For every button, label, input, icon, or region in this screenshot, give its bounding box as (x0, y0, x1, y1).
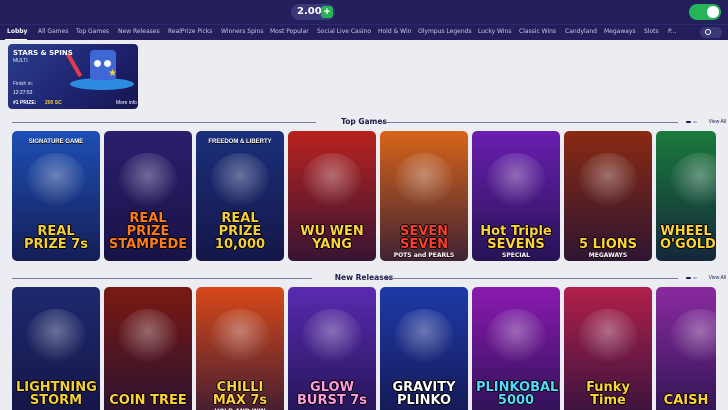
game-artwork (118, 153, 178, 209)
carousel-dot[interactable] (686, 277, 691, 279)
game-artwork (670, 153, 716, 209)
divider (382, 122, 678, 123)
currency-toggle[interactable] (689, 4, 721, 20)
game-artwork (210, 153, 270, 209)
game-title: REAL PRIZE 7s (24, 224, 88, 252)
game-tile[interactable]: COIN TREE (104, 287, 192, 410)
game-title: PLINKOBALL 5000 (476, 380, 560, 408)
game-title: LIGHTNING STORM (16, 380, 97, 408)
tournament-promo-card[interactable]: ★ STARS & SPINS MULTI Finish in: 12:27:5… (8, 44, 138, 109)
game-tile[interactable]: SEVEN SEVEN POTS and PEARLS (380, 131, 468, 261)
game-badge: SIGNATURE GAME (28, 139, 84, 145)
search-icon (705, 29, 711, 35)
game-title: REAL PRIZE 10,000 (214, 211, 266, 252)
game-tile[interactable]: CAISH (656, 287, 716, 410)
toggle-knob (707, 6, 719, 18)
promo-prize-value: 200 SC (45, 100, 62, 106)
robot-eye (94, 60, 101, 67)
nav-item-all-games[interactable]: All Games (38, 28, 68, 35)
game-title: 5 LIONS (579, 237, 637, 252)
game-tile[interactable]: WHEEL O'GOLD (656, 131, 716, 261)
game-tile[interactable]: REAL PRIZE STAMPEDE (104, 131, 192, 261)
game-title: REAL PRIZE STAMPEDE (108, 211, 188, 252)
robot-eye (104, 60, 111, 67)
category-nav: Lobby All Games Top Games New Releases RealP… (0, 24, 728, 40)
nav-item-top-games[interactable]: Top Games (76, 28, 109, 35)
nav-item-social-live-casino[interactable]: Social Live Casino (317, 28, 371, 35)
plus-icon[interactable]: + (321, 6, 333, 18)
game-artwork (118, 309, 178, 365)
nav-item-olympus-legends[interactable]: Olympus Legends (418, 28, 472, 35)
nav-item-most-popular[interactable]: Most Popular (270, 28, 309, 35)
nav-item-winners-spins[interactable]: Winners Spins (221, 28, 263, 35)
nav-item-new-releases[interactable]: New Releases (118, 28, 160, 35)
nav-item-lucky-wins[interactable]: Lucky Wins (478, 28, 511, 35)
game-tile[interactable]: GLOW BURST 7s (288, 287, 376, 410)
game-title: GRAVITY PLINKO (392, 380, 456, 408)
game-artwork (670, 309, 716, 365)
game-title: WU WEN YANG (300, 224, 364, 252)
top-bar: 2.00 + (0, 0, 728, 24)
balance-amount: 2.00 (297, 6, 322, 17)
nav-item-classic-wins[interactable]: Classic Wins (519, 28, 556, 35)
game-artwork (578, 153, 638, 209)
game-artwork (210, 309, 270, 365)
game-title: COIN TREE (109, 393, 187, 408)
nav-item-megaways[interactable]: Megaways (604, 28, 636, 35)
game-subtitle: POTS and PEARLS (393, 252, 455, 259)
game-tile[interactable]: Hot Triple SEVENS SPECIAL (472, 131, 560, 261)
nav-item-realprize-picks[interactable]: RealPrize Picks (168, 28, 212, 35)
game-artwork (486, 309, 546, 365)
game-artwork (394, 309, 454, 365)
game-artwork (302, 153, 362, 209)
game-artwork (302, 309, 362, 365)
nav-item-p[interactable]: P... (668, 28, 676, 35)
game-title: CHILLI MAX 7s (212, 380, 268, 408)
game-tile[interactable]: FREEDOM & LIBERTY REAL PRIZE 10,000 (196, 131, 284, 261)
game-title: CAISH (663, 393, 709, 408)
game-artwork (486, 153, 546, 209)
top-games-header: Top Games View All (12, 117, 726, 127)
game-title: SEVEN SEVEN (399, 224, 449, 252)
game-title: GLOW BURST 7s (296, 380, 367, 408)
game-subtitle: MEGAWAYS (588, 252, 628, 259)
nav-item-slots[interactable]: Slots (644, 28, 659, 35)
game-title: Hot Triple SEVENS (480, 224, 552, 252)
promo-finish-label: Finish in: (13, 81, 34, 87)
view-all-new-releases[interactable]: View All (696, 275, 726, 281)
game-title: Funky Time (586, 380, 630, 408)
game-tile[interactable]: PLINKOBALL 5000 (472, 287, 560, 410)
carousel-dot[interactable] (686, 121, 691, 123)
balance-pill[interactable]: 2.00 + (291, 4, 335, 20)
game-tile[interactable]: GRAVITY PLINKO (380, 287, 468, 410)
game-tile[interactable]: Funky Time (564, 287, 652, 410)
view-all-top-games[interactable]: View All (696, 119, 726, 125)
more-info-link[interactable]: More info (116, 100, 137, 106)
game-artwork (26, 153, 86, 209)
game-tile[interactable]: 5 LIONS MEGAWAYS (564, 131, 652, 261)
game-artwork (578, 309, 638, 365)
new-releases-header: New Releases View All (12, 273, 726, 283)
promo-subtitle: MULTI (13, 58, 28, 64)
promo-prize-label: #1 PRIZE: (13, 100, 37, 106)
game-subtitle: SPECIAL (502, 252, 530, 259)
divider (386, 278, 678, 279)
nav-item-candyland[interactable]: Candyland (565, 28, 597, 35)
game-artwork (394, 153, 454, 209)
nav-active-underline (5, 39, 27, 40)
game-title: WHEEL O'GOLD (660, 224, 716, 252)
game-badge: FREEDOM & LIBERTY (208, 139, 272, 145)
game-tile[interactable]: SIGNATURE GAME REAL PRIZE 7s (12, 131, 100, 261)
nav-item-hold-win[interactable]: Hold & Win (378, 28, 411, 35)
nav-item-lobby[interactable]: Lobby (7, 28, 27, 35)
star-icon: ★ (108, 68, 117, 79)
promo-countdown: 12:27:53 (13, 90, 33, 96)
promo-title: STARS & SPINS (13, 49, 73, 57)
game-artwork (26, 309, 86, 365)
game-tile[interactable]: LIGHTNING STORM (12, 287, 100, 410)
game-tile[interactable]: CHILLI MAX 7sHOLD AND WIN (196, 287, 284, 410)
nav-search-button[interactable] (700, 27, 722, 38)
game-tile[interactable]: WU WEN YANG (288, 131, 376, 261)
